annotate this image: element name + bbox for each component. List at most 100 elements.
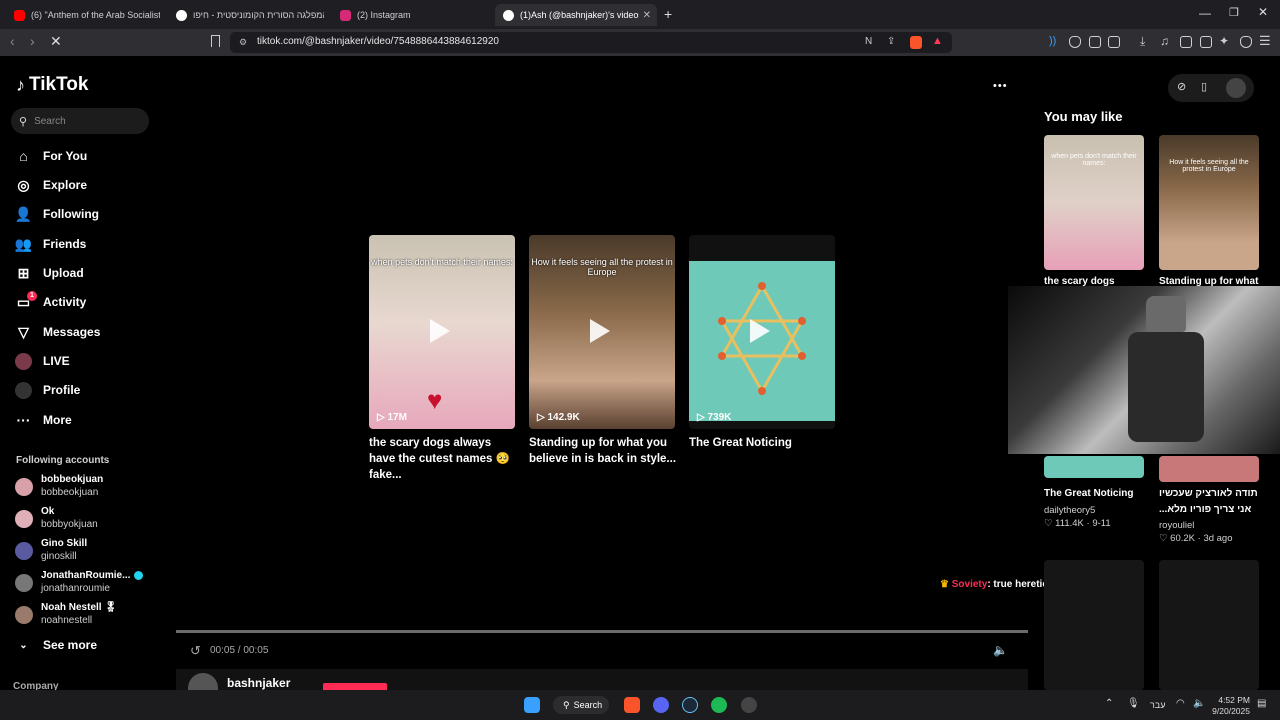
more-options-icon[interactable]: ••• [993, 80, 1008, 92]
close-window-icon[interactable]: ✕ [1258, 5, 1268, 19]
suggested-video-card[interactable]: when pets don't match their names: [1044, 135, 1144, 270]
sidebar-item-for-you[interactable]: ⌂ For You [15, 146, 87, 166]
brave-shields-icon[interactable] [910, 36, 922, 49]
author-name[interactable]: bashnjaker [227, 676, 290, 690]
sidebar-item-messages[interactable]: ▽ Messages [15, 322, 100, 342]
clock-time[interactable]: 4:52 PM [1210, 695, 1250, 705]
suggested-video-card[interactable]: How it feels seeing all the protest in E… [1159, 135, 1259, 270]
tab-title: (6) "Anthem of the Arab Socialist Ba' [31, 10, 160, 20]
chevron-up-icon[interactable]: ⌃ [1105, 698, 1113, 709]
video-title[interactable]: the scary dogs always have the cutest na… [369, 435, 517, 483]
stop-icon[interactable]: ✕ [50, 33, 62, 50]
video-progress-bar[interactable] [176, 630, 1028, 633]
see-more-button[interactable]: ⌄ See more [15, 635, 97, 655]
sidebar-item-activity[interactable]: ▭ 1 Activity [15, 290, 86, 312]
tab-google[interactable]: המפלגה הסורית הקומוניסטית - חיפו [168, 4, 324, 26]
screenshot-icon[interactable] [1108, 36, 1120, 48]
search-icon: ⚲ [563, 699, 570, 710]
suggested-title[interactable]: תודה לאורציק שעכשיו אני צריך פוריו מלא..… [1159, 486, 1261, 518]
suggested-video-card[interactable] [1159, 456, 1259, 482]
compass-icon[interactable]: ⊘ [1177, 80, 1186, 93]
sidebar-item-live[interactable]: LIVE [15, 351, 70, 371]
download-icon[interactable]: ⤓ [1140, 34, 1145, 49]
search-input[interactable]: ⚲ Search [11, 108, 149, 134]
video-title[interactable]: Standing up for what you believe in is b… [529, 435, 677, 467]
shield-icon[interactable] [1069, 36, 1081, 48]
forward-icon[interactable]: › [30, 33, 35, 49]
brave-rewards-icon[interactable]: ▲ [932, 35, 943, 47]
video-card[interactable]: when pets don't match their names: ♥ ▷ 1… [369, 235, 515, 429]
microphone-icon[interactable]: 🎙 [1127, 698, 1140, 709]
new-tab-button[interactable]: + [664, 6, 672, 22]
back-icon[interactable]: ‹ [10, 33, 15, 49]
author-avatar[interactable] [188, 673, 218, 690]
knight-armor-graphic [1128, 332, 1204, 442]
follow-button[interactable] [323, 683, 387, 690]
leo-icon[interactable]: ✦ [1219, 34, 1229, 48]
you-may-like-heading: You may like [1044, 109, 1123, 124]
notification-badge: 1 [27, 290, 37, 301]
steam-icon[interactable] [682, 697, 698, 713]
site-settings-icon[interactable]: ⚙ [239, 37, 247, 48]
brave-taskbar-icon[interactable] [624, 697, 640, 713]
account-name: JonathanRoumie... [41, 570, 144, 581]
suggested-author[interactable]: dailytheory5 [1044, 505, 1095, 516]
vpn-icon[interactable] [1240, 36, 1252, 48]
wallet-icon[interactable] [1200, 36, 1212, 48]
spotify-icon[interactable] [711, 697, 727, 713]
sidebar-item-profile[interactable]: Profile [15, 380, 80, 400]
sidebar-item-explore[interactable]: ◎ Explore [15, 175, 87, 195]
video-title[interactable]: The Great Noticing [689, 435, 837, 451]
minimize-icon[interactable]: — [1199, 6, 1211, 20]
bookmark-icon[interactable] [211, 35, 220, 47]
suggested-video-placeholder[interactable] [1159, 560, 1259, 690]
app-icon[interactable] [741, 697, 757, 713]
restore-icon[interactable]: ❐ [1229, 6, 1239, 19]
start-icon[interactable] [524, 697, 540, 713]
video-card[interactable]: How it feels seeing all the protest in E… [529, 235, 675, 429]
music-icon[interactable]: ♫ [1160, 34, 1169, 48]
suggested-video-card[interactable] [1044, 456, 1144, 478]
following-accounts-header: Following accounts [16, 455, 110, 466]
sidebar-item-upload[interactable]: ⊞ Upload [15, 263, 84, 283]
tab-youtube[interactable]: (6) "Anthem of the Arab Socialist Ba' [6, 4, 160, 26]
taskbar-search[interactable]: ⚲ Search [553, 696, 609, 714]
tiktok-logo[interactable]: ♪ TikTok [16, 74, 88, 96]
video-card[interactable]: ▷ 739K [689, 235, 835, 429]
notifications-icon[interactable]: ▤ [1257, 698, 1266, 709]
company-link[interactable]: Company [13, 681, 59, 690]
play-icon[interactable] [430, 319, 450, 343]
play-icon[interactable] [590, 319, 610, 343]
avatar [15, 510, 33, 528]
play-icon[interactable] [750, 319, 770, 343]
url-field[interactable]: ⚙ tiktok.com/@bashnjaker/video/754888644… [230, 32, 952, 53]
replay-icon[interactable]: ↺ [190, 643, 201, 659]
sidebar-toggle-icon[interactable] [1180, 36, 1192, 48]
translate-icon[interactable]: N [865, 36, 872, 47]
volume-icon[interactable]: 🔈 [1193, 698, 1205, 709]
sidebar-item-following[interactable]: 👤 Following [15, 204, 99, 224]
suggested-title[interactable]: The Great Noticing [1044, 486, 1146, 502]
volume-icon[interactable]: 🔈 [993, 643, 1008, 657]
sidebar-item-friends[interactable]: 👥 Friends [15, 234, 87, 254]
live-icon [15, 352, 32, 370]
suggested-author[interactable]: royouliel [1159, 520, 1194, 531]
share-icon[interactable]: ⇪ [887, 36, 895, 47]
account-name: Gino Skill [41, 538, 88, 549]
user-avatar[interactable] [1226, 78, 1246, 98]
tab-tiktok[interactable]: (1)Ash (@bashnjaker)'s videos wi ✕ [495, 4, 657, 26]
suggested-caption: when pets don't match their names: [1051, 153, 1137, 167]
wifi-icon[interactable]: ◠ [1176, 698, 1185, 709]
clock-date[interactable]: 9/20/2025 [1210, 706, 1250, 716]
sidebar-item-more[interactable]: ··· More [15, 410, 72, 430]
menu-icon[interactable]: ☰ [1259, 33, 1271, 49]
device-icon[interactable]: ▯ [1201, 80, 1207, 93]
logo-text: TikTok [29, 74, 89, 95]
discord-icon[interactable] [653, 697, 669, 713]
language-indicator[interactable]: עבר [1150, 700, 1165, 710]
tab-instagram[interactable]: (2) Instagram [332, 4, 488, 26]
speech-icon[interactable]: )) [1049, 35, 1056, 47]
extensions-icon[interactable] [1089, 36, 1101, 48]
close-tab-icon[interactable]: ✕ [643, 10, 651, 21]
suggested-video-placeholder[interactable] [1044, 560, 1144, 690]
